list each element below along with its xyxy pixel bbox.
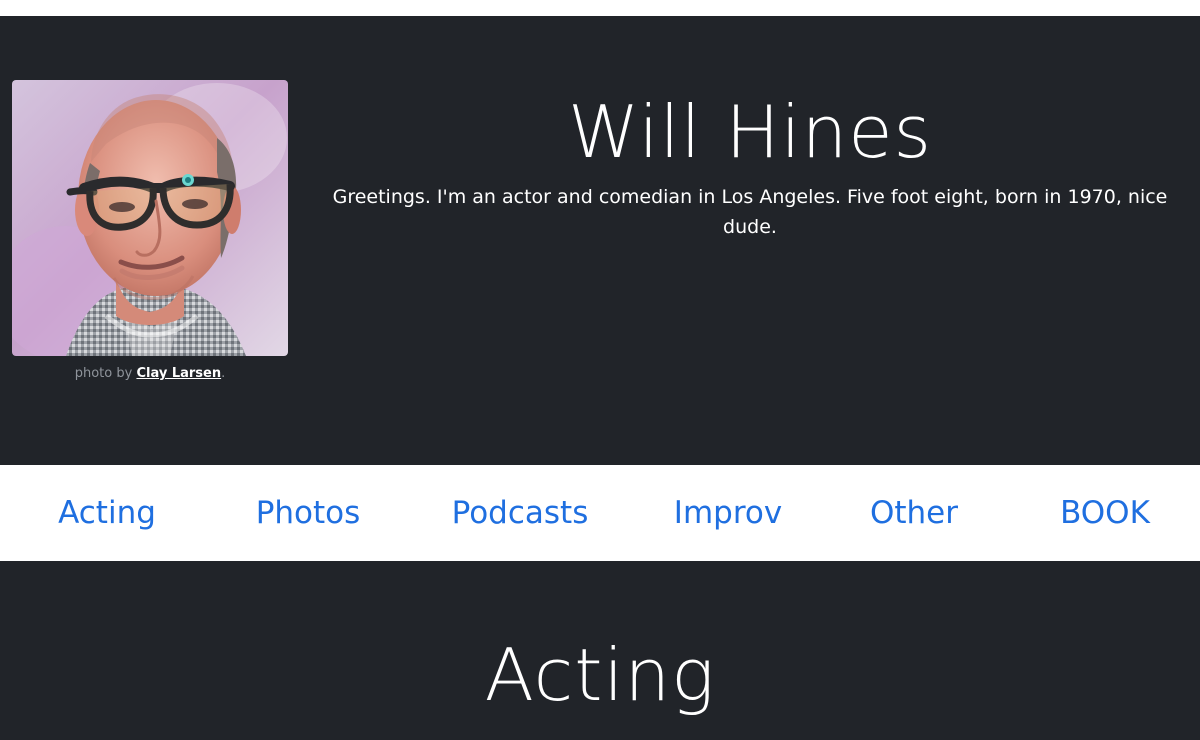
portrait-container: photo by Clay Larsen. xyxy=(12,80,288,384)
top-strip xyxy=(0,0,1200,16)
section-title: Acting xyxy=(484,633,716,717)
photo-credit: photo by Clay Larsen. xyxy=(12,364,288,384)
portrait-photo xyxy=(12,80,288,356)
nav-acting[interactable]: Acting xyxy=(0,493,214,533)
acting-section: Acting xyxy=(0,561,1200,740)
nav-improv[interactable]: Improv xyxy=(638,493,818,533)
nav-photos[interactable]: Photos xyxy=(214,493,402,533)
nav-other[interactable]: Other xyxy=(818,493,1010,533)
hero-text: Will Hines Greetings. I'm an actor and c… xyxy=(300,92,1200,242)
hero-section: photo by Clay Larsen. Will Hines Greetin… xyxy=(0,16,1200,465)
photo-credit-prefix: photo by xyxy=(74,366,137,381)
intro-text: Greetings. I'm an actor and comedian in … xyxy=(332,186,1168,238)
site-title: Will Hines xyxy=(567,90,933,174)
nav-podcasts[interactable]: Podcasts xyxy=(402,493,638,533)
nav-book[interactable]: BOOK xyxy=(1010,493,1200,533)
main-navigation: Acting Photos Podcasts Improv Other BOOK xyxy=(0,465,1200,561)
photo-credit-suffix: . xyxy=(221,366,226,381)
photographer-link[interactable]: Clay Larsen xyxy=(136,366,221,381)
